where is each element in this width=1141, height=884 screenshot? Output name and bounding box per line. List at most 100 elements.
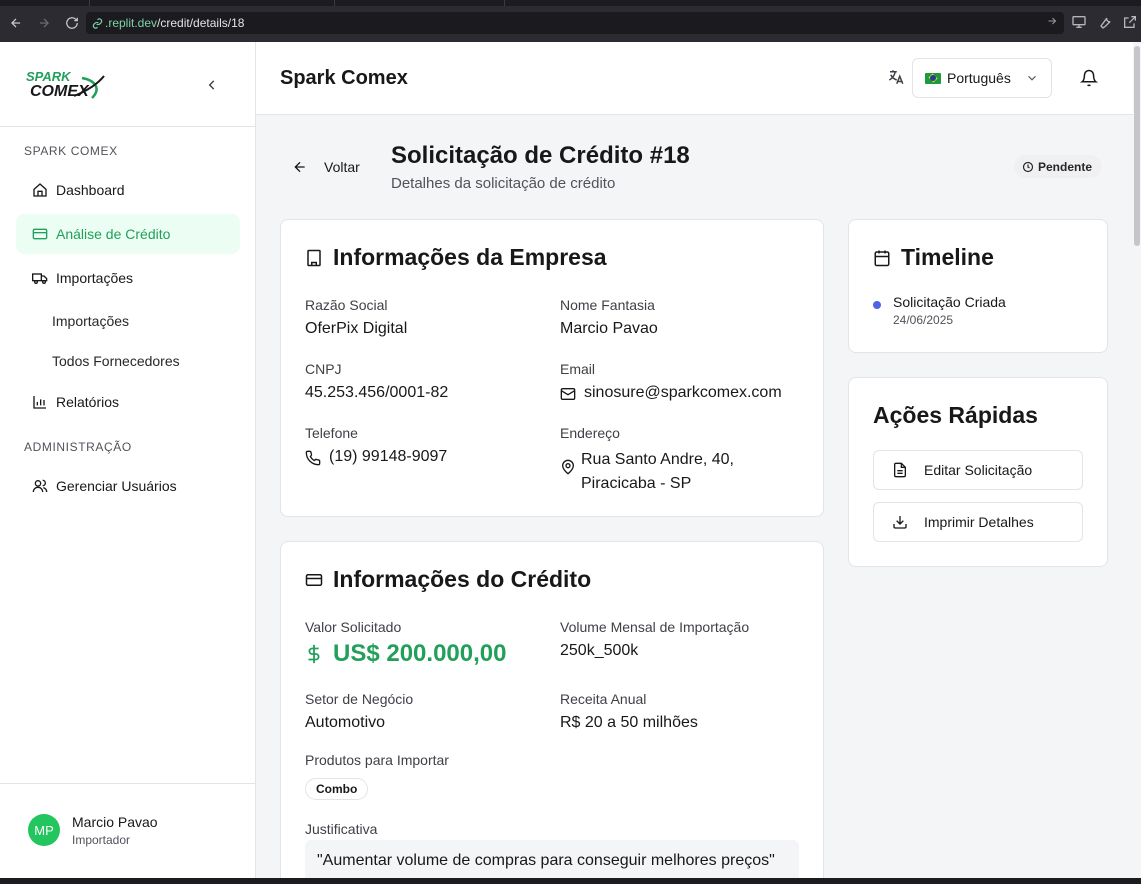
- calendar-icon: [873, 249, 891, 267]
- clock-icon: [1022, 161, 1034, 173]
- cnpj-label: CNPJ: [305, 361, 342, 377]
- back-arrow-icon[interactable]: [5, 12, 27, 34]
- browser-tab[interactable]: [90, 0, 335, 6]
- print-details-label: Imprimir Detalhes: [924, 514, 1034, 530]
- sidebar-item-imports[interactable]: Importações: [16, 258, 240, 298]
- credit-card-icon: [305, 571, 323, 589]
- sidebar-subitem-imports[interactable]: Importações: [52, 313, 129, 329]
- sidebar-item-label: Gerenciar Usuários: [56, 478, 177, 494]
- cnpj-value: 45.253.456/0001-82: [305, 384, 449, 401]
- endereco-line2: Piracicaba - SP: [581, 475, 692, 492]
- monitor-icon[interactable]: [1071, 14, 1087, 30]
- produtos-label: Produtos para Importar: [305, 752, 449, 768]
- browser-toolbar: .replit.dev/credit/details/18: [0, 0, 1141, 42]
- endereco-text: Rua Santo Andre, 40, Piracicaba - SP: [581, 448, 734, 496]
- timeline-dot: [873, 301, 881, 309]
- timeline-event-title: Solicitação Criada: [893, 294, 1006, 310]
- card-title: Informações do Crédito: [305, 566, 591, 593]
- print-details-button[interactable]: Imprimir Detalhes: [873, 502, 1083, 542]
- svg-text:SPARK: SPARK: [26, 69, 72, 84]
- address-bar[interactable]: .replit.dev/credit/details/18: [86, 12, 1064, 34]
- sidebar-item-dashboard[interactable]: Dashboard: [16, 170, 240, 210]
- home-icon: [32, 182, 48, 198]
- page-title: Solicitação de Crédito #18: [391, 142, 690, 169]
- url-domain: .replit.dev: [105, 16, 158, 30]
- edit-request-label: Editar Solicitação: [924, 462, 1033, 478]
- url-path: /credit/details/18: [157, 16, 245, 30]
- sidebar-item-label: Importações: [56, 270, 134, 286]
- sidebar-item-reports[interactable]: Relatórios: [16, 382, 240, 422]
- app-window: SPARK COMEX SPARK COMEX Dashboard Anális…: [0, 42, 1141, 878]
- user-name: Marcio Pavao: [72, 814, 158, 830]
- truck-icon: [32, 270, 48, 286]
- timeline-card: Timeline Solicitação Criada 24/06/2025: [848, 219, 1108, 353]
- telefone-text: (19) 99148-9097: [329, 448, 448, 465]
- section-label-admin: ADMINISTRAÇÃO: [24, 440, 132, 454]
- user-profile[interactable]: MP Marcio Pavao Importador: [0, 783, 256, 878]
- arrow-left-icon: [292, 159, 308, 175]
- valor-value: US$ 200.000,00: [305, 640, 506, 668]
- external-link-icon[interactable]: [1122, 14, 1138, 30]
- dollar-sign-icon: [305, 643, 323, 665]
- sidebar-item-manage-users[interactable]: Gerenciar Usuários: [16, 466, 240, 506]
- bottom-bar: [0, 878, 1141, 884]
- forward-arrow-icon[interactable]: [33, 12, 55, 34]
- telefone-value: (19) 99148-9097: [305, 448, 447, 466]
- credit-info-card: Informações do Crédito Valor Solicitado …: [280, 541, 824, 878]
- language-select[interactable]: Português: [912, 58, 1052, 98]
- timeline-event-date: 24/06/2025: [893, 313, 954, 327]
- logo-area: SPARK COMEX: [0, 42, 256, 127]
- justificativa-label: Justificativa: [305, 821, 378, 837]
- notifications-bell-icon[interactable]: [1080, 69, 1098, 87]
- language-value: Português: [947, 70, 1011, 86]
- browser-tab[interactable]: [335, 0, 505, 6]
- sidebar-item-label: Análise de Crédito: [56, 226, 171, 242]
- endereco-label: Endereço: [560, 425, 620, 441]
- sidebar-item-label: Relatórios: [56, 394, 120, 410]
- razao-social-label: Razão Social: [305, 297, 388, 313]
- users-icon: [32, 478, 48, 494]
- product-chip: Combo: [305, 778, 369, 800]
- justificativa-box: "Aumentar volume de compras para consegu…: [305, 840, 799, 878]
- browser-tab[interactable]: [0, 0, 90, 6]
- credit-card-icon: [32, 226, 48, 242]
- back-button[interactable]: Voltar: [292, 154, 360, 180]
- quick-actions-card: Ações Rápidas Editar Solicitação Imprimi…: [848, 377, 1108, 567]
- endereco-line1: Rua Santo Andre, 40,: [581, 451, 734, 468]
- collapse-sidebar-button[interactable]: [200, 73, 224, 97]
- email-value: sinosure@sparkcomex.com: [560, 384, 782, 402]
- setor-label: Setor de Negócio: [305, 691, 414, 707]
- reload-icon[interactable]: [61, 12, 83, 34]
- card-title-text: Informações do Crédito: [333, 566, 592, 592]
- avatar[interactable]: MP: [28, 814, 60, 846]
- scrollbar-thumb[interactable]: [1134, 46, 1140, 246]
- volume-label: Volume Mensal de Importação: [560, 619, 750, 635]
- page-subtitle: Detalhes da solicitação de crédito: [391, 175, 616, 192]
- valor-label: Valor Solicitado: [305, 619, 402, 635]
- sidebar-subitem-suppliers[interactable]: Todos Fornecedores: [52, 353, 180, 369]
- card-title: Timeline: [873, 244, 994, 271]
- spark-comex-logo[interactable]: SPARK COMEX: [24, 66, 108, 102]
- company-info-card: Informações da Empresa Razão Social Ofer…: [280, 219, 824, 517]
- brazil-flag-icon: [925, 72, 941, 84]
- receita-value: R$ 20 a 50 milhões: [560, 714, 698, 731]
- chevron-left-icon: [208, 80, 215, 90]
- building-icon: [305, 249, 323, 267]
- status-text: Pendente: [1038, 159, 1093, 174]
- endereco-value: Rua Santo Andre, 40, Piracicaba - SP: [560, 448, 734, 496]
- card-title: Informações da Empresa: [305, 244, 607, 271]
- receita-label: Receita Anual: [560, 691, 647, 707]
- sidebar: SPARK COMEX SPARK COMEX Dashboard Anális…: [0, 42, 256, 878]
- browser-tab-strip: [0, 0, 1141, 6]
- wrench-icon[interactable]: [1097, 14, 1113, 30]
- sidebar-item-credit-analysis[interactable]: Análise de Crédito: [16, 214, 240, 254]
- map-pin-icon: [560, 459, 576, 475]
- link-icon: [92, 17, 103, 29]
- status-badge: Pendente: [1014, 155, 1103, 178]
- sidebar-item-label: Dashboard: [56, 182, 125, 198]
- translate-icon: [887, 68, 905, 86]
- edit-request-button[interactable]: Editar Solicitação: [873, 450, 1083, 490]
- go-arrow-icon[interactable]: [1046, 15, 1058, 27]
- phone-icon: [305, 450, 321, 466]
- chevron-down-icon: [1025, 71, 1039, 85]
